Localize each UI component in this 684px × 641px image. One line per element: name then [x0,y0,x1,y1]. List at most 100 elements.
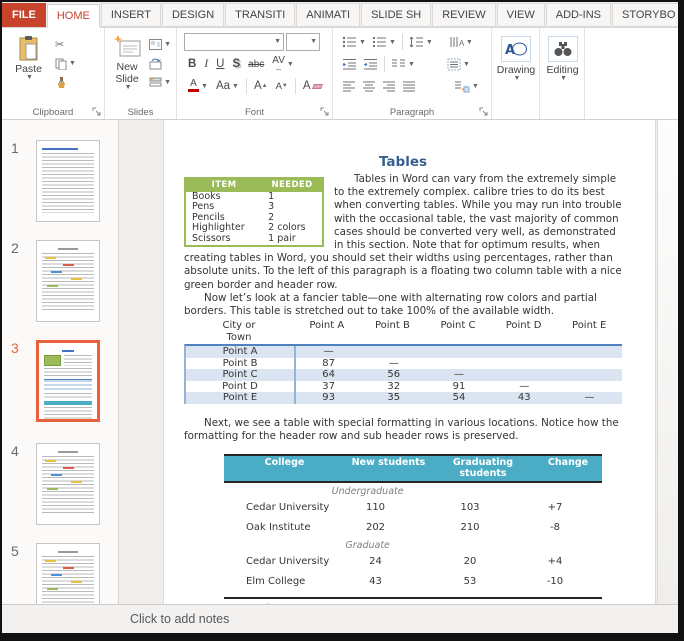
tab-design[interactable]: DESIGN [162,3,224,27]
new-slide-icon [113,35,141,61]
underline-button[interactable]: U [212,54,228,74]
notes-pane[interactable]: Click to add notes [2,604,678,633]
clipboard-dialog-launcher[interactable] [92,107,102,117]
slide-canvas[interactable]: Tables ITEMNEEDEDBooks1Pens3Pencils2High… [163,120,656,604]
bullets-button[interactable]: ▼ [339,33,369,52]
thumbnail-preview [37,141,99,221]
grow-font-button[interactable]: A▲ [250,76,272,96]
strikethrough-button[interactable]: abc [244,54,268,74]
tab-view[interactable]: VIEW [497,3,545,27]
separator [295,78,296,94]
college-cell: 110 [345,497,432,517]
copy-button[interactable]: ▼ [52,54,79,73]
layout-button[interactable]: ▼ [146,35,174,54]
increase-indent-icon [363,58,378,70]
line-spacing-button[interactable]: ▼ [406,33,436,52]
tab-review[interactable]: REVIEW [432,3,495,27]
thumbnail-page[interactable] [36,443,100,525]
font-name-dropdown-arrow: ▼ [274,38,281,45]
tab-add-ins[interactable]: ADD-INS [546,3,611,27]
tab-insert[interactable]: INSERT [101,3,161,27]
change-case-button[interactable]: Aa▼ [212,76,243,96]
font-color-button[interactable]: A ▼ [184,76,212,96]
distance-cell: Point C [186,369,296,381]
text-direction-button[interactable]: A ▼ [446,33,476,52]
reset-button[interactable] [146,54,174,73]
college-header-cell: College [224,456,345,481]
font-dialog-launcher[interactable] [320,107,330,117]
decrease-indent-button[interactable] [339,55,360,74]
thumbnail-page[interactable] [36,543,100,604]
numbering-icon [372,36,387,48]
tab-slide-sh[interactable]: SLIDE SH [361,3,431,27]
editing-dropdown-arrow: ▼ [560,76,567,82]
document-heading: Tables [184,154,622,170]
text-shadow-button[interactable]: S [228,54,244,74]
svg-text:A: A [459,39,464,48]
bold-button[interactable]: B [184,54,200,74]
tab-animati[interactable]: ANIMATI [296,3,360,27]
italic-button[interactable]: I [200,54,212,74]
drawing-button[interactable]: A Drawing ▼ [495,31,537,103]
align-text-button[interactable]: ▼ [444,55,473,74]
align-right-button[interactable] [379,77,399,96]
justify-button[interactable] [399,77,419,96]
align-left-button[interactable] [339,77,359,96]
separator [384,56,385,72]
thumbnail-page[interactable] [36,340,100,422]
distance-cell [492,358,557,370]
distance-table: City or TownPoint APoint BPoint CPoint D… [184,320,622,404]
college-total-row: Total99890890 [224,597,602,604]
line-spacing-dropdown-arrow: ▼ [426,39,433,46]
tab-storybo[interactable]: STORYBO [612,3,678,27]
distance-cell: — [426,369,491,381]
tab-transiti[interactable]: TRANSITI [225,3,295,27]
paste-button[interactable]: Paste ▼ [5,31,52,103]
align-left-icon [342,80,356,92]
college-header-cell: Change [534,456,602,481]
distance-cell: — [361,358,426,370]
college-table-row: Cedar University2420+4 [224,551,602,571]
clear-formatting-button[interactable]: A [299,76,326,96]
shrink-font-button[interactable]: A▼ [272,76,292,96]
section-button[interactable]: ▼ [146,73,174,92]
character-spacing-button[interactable]: AV↔ ▼ [268,54,298,74]
supply-table: ITEMNEEDEDBooks1Pens3Pencils2Highlighter… [184,177,324,247]
font-name-combo[interactable]: ▼ [184,33,284,51]
tab-home[interactable]: HOME [47,4,100,28]
convert-to-smartart-button[interactable]: ▼ [451,77,482,96]
thumbnail-page[interactable] [36,140,100,222]
bullets-dropdown-arrow: ▼ [359,39,366,46]
slide-thumbnail-4[interactable]: 4 [2,443,119,529]
thumbnail-preview [37,544,99,604]
paragraph-dialog-launcher[interactable] [479,107,489,117]
college-cell: +7 [534,497,602,517]
slide-thumbnail-2[interactable]: 2 [2,240,119,326]
paragraph-group-label: Paragraph [333,107,491,118]
college-cell: 202 [345,517,432,537]
align-center-button[interactable] [359,77,379,96]
main-area: 1 2 3 4 5 Tables ITEMNEEDEDBooks1Pens3Pencil… [2,120,678,604]
cut-button[interactable]: ✂ [52,35,79,54]
thumbnail-page[interactable] [36,240,100,322]
slide-text-frame[interactable]: Tables ITEMNEEDEDBooks1Pens3Pencils2High… [164,154,655,604]
columns-button[interactable]: ▼ [388,55,418,74]
thumbnail-number: 2 [11,240,19,256]
distance-cell: 56 [361,369,426,381]
numbering-button[interactable]: ▼ [369,33,399,52]
character-spacing-dropdown-arrow: ▼ [287,61,294,68]
new-slide-dropdown-arrow: ▼ [125,85,132,91]
slide-thumbnail-5[interactable]: 5 [2,543,119,604]
new-slide-button[interactable]: New Slide ▼ [108,31,146,103]
vertical-scrollbar[interactable] [657,120,678,604]
change-case-dropdown-arrow: ▼ [232,83,239,90]
slide-thumbnail-3[interactable]: 3 [2,340,119,426]
tab-file[interactable]: FILE [2,3,46,27]
slide-thumbnail-1[interactable]: 1 [2,140,119,226]
format-painter-button[interactable] [52,73,79,92]
supply-header-cell: ITEM [186,179,262,192]
increase-indent-button[interactable] [360,55,381,74]
distance-cell: 54 [426,392,491,404]
font-size-combo[interactable]: ▼ [286,33,320,51]
editing-button[interactable]: Editing ▼ [543,31,582,103]
